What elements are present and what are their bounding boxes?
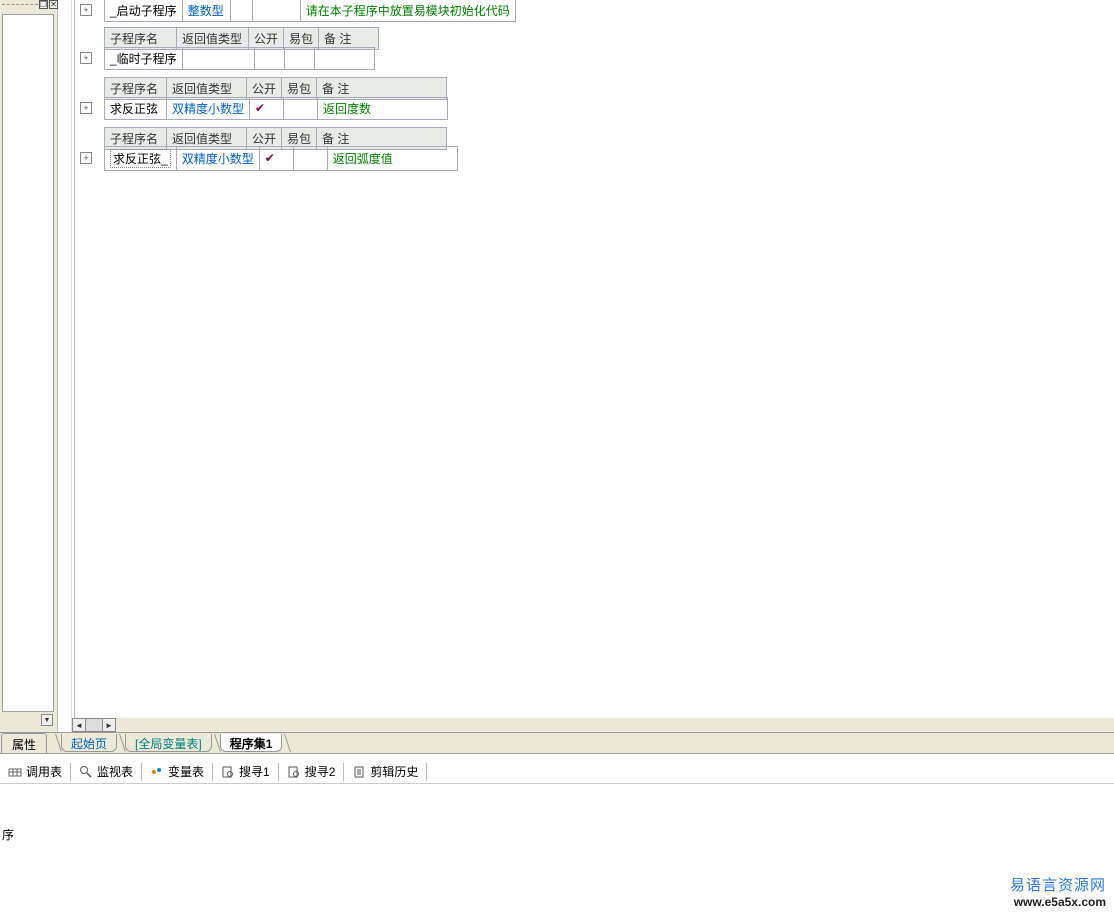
sub-pkg-cell[interactable] — [284, 47, 314, 69]
code-editor-area[interactable]: + _启动子程序 整数型 请在本子程序中放置易模块初始化代码 子程序名 返回值类… — [80, 0, 1114, 718]
status-area: 序 — [0, 784, 1114, 915]
sub-comment-cell[interactable]: 返回弧度值 — [327, 146, 457, 170]
variable-icon — [150, 765, 164, 779]
sub-type-cell[interactable]: 双精度小数型 — [167, 97, 250, 119]
search2-label: 搜寻2 — [305, 763, 336, 780]
sub-pkg-cell[interactable] — [293, 146, 327, 170]
sub-name-cell[interactable]: 求反正弦 — [105, 97, 167, 119]
watchtable-label: 监视表 — [97, 763, 133, 780]
vartable-button[interactable]: 变量表 — [144, 761, 210, 782]
sub-pkg-cell[interactable] — [252, 0, 300, 21]
history-icon — [352, 765, 366, 779]
fold-guide-line — [74, 0, 75, 718]
sub-name-cell-editing[interactable]: 求反正弦_ — [105, 146, 177, 170]
cliphistory-label: 剪辑历史 — [370, 763, 418, 780]
panel-grip[interactable] — [2, 4, 38, 5]
subroutine-table-3[interactable]: 求反正弦_ 双精度小数型 ✔ 返回弧度值 — [104, 146, 458, 171]
tab-programset1[interactable]: 程序集1 — [220, 734, 283, 752]
sub-name-cell[interactable]: _启动子程序 — [105, 0, 183, 21]
panel-close-button[interactable]: ✕ — [49, 0, 58, 9]
subroutine-table-1[interactable]: _临时子程序 — [104, 47, 375, 70]
status-text: 序 — [2, 826, 14, 843]
watermark-title: 易语言资源网 — [1010, 874, 1106, 895]
sub-pub-cell[interactable] — [230, 0, 252, 21]
scroll-left-button[interactable]: ◄ — [72, 718, 86, 732]
sub-comment-cell[interactable]: 请在本子程序中放置易模块初始化代码 — [300, 0, 515, 21]
calltable-label: 调用表 — [26, 763, 62, 780]
fold-toggle-1[interactable]: + — [80, 52, 92, 64]
vartable-label: 变量表 — [168, 763, 204, 780]
sub-pub-cell[interactable]: ✔ — [259, 146, 293, 170]
properties-panel: ❐ ✕ — [0, 0, 58, 732]
calltable-button[interactable]: 调用表 — [2, 761, 68, 782]
subroutine-table-0[interactable]: _启动子程序 整数型 请在本子程序中放置易模块初始化代码 — [104, 0, 516, 22]
fold-toggle-2[interactable]: + — [80, 102, 92, 114]
sub-name-cell[interactable]: _临时子程序 — [105, 47, 183, 69]
sub-type-cell[interactable]: 双精度小数型 — [176, 146, 259, 170]
panel-titlebar: ❐ ✕ — [0, 0, 58, 12]
search1-button[interactable]: 搜寻1 — [215, 761, 276, 782]
cliphistory-button[interactable]: 剪辑历史 — [346, 761, 424, 782]
tab-startpage[interactable]: 起始页 — [61, 734, 117, 752]
panel-body — [2, 14, 54, 712]
bottom-toolbar: 调用表 监视表 变量表 搜寻1 搜寻2 剪辑历史 — [0, 760, 1114, 784]
sub-comment-cell[interactable]: 返回度数 — [318, 97, 448, 119]
search2-icon — [287, 765, 301, 779]
document-tab-bar: 属性 起始页 [全局变量表] 程序集1 — [0, 732, 1114, 754]
watermark-url: www.e5a5x.com — [1010, 895, 1106, 909]
scroll-track[interactable] — [86, 718, 102, 732]
watermark: 易语言资源网 www.e5a5x.com — [1010, 874, 1106, 909]
properties-tab[interactable]: 属性 — [1, 733, 47, 753]
sub-type-cell[interactable] — [182, 47, 254, 69]
watchtable-button[interactable]: 监视表 — [73, 761, 139, 782]
sub-pub-cell[interactable]: ✔ — [250, 97, 284, 119]
scroll-right-button[interactable]: ► — [102, 718, 116, 732]
magnifier-icon — [79, 765, 93, 779]
call-icon — [8, 765, 22, 779]
fold-toggle-3[interactable]: + — [80, 152, 92, 164]
panel-maximize-button[interactable]: ❐ — [39, 0, 48, 9]
search1-label: 搜寻1 — [239, 763, 270, 780]
search2-button[interactable]: 搜寻2 — [281, 761, 342, 782]
tab-globals[interactable]: [全局变量表] — [125, 734, 212, 752]
panel-dropdown-button[interactable] — [41, 714, 53, 726]
fold-toggle-0[interactable]: + — [80, 4, 92, 16]
sub-type-cell[interactable]: 整数型 — [182, 0, 230, 21]
sub-pkg-cell[interactable] — [284, 97, 318, 119]
subroutine-table-2[interactable]: 求反正弦 双精度小数型 ✔ 返回度数 — [104, 97, 448, 120]
sub-pub-cell[interactable] — [254, 47, 284, 69]
sub-comment-cell[interactable] — [314, 47, 374, 69]
gutter — [58, 0, 72, 732]
search1-icon — [221, 765, 235, 779]
horizontal-scrollbar[interactable]: ◄ ► — [72, 718, 1114, 732]
